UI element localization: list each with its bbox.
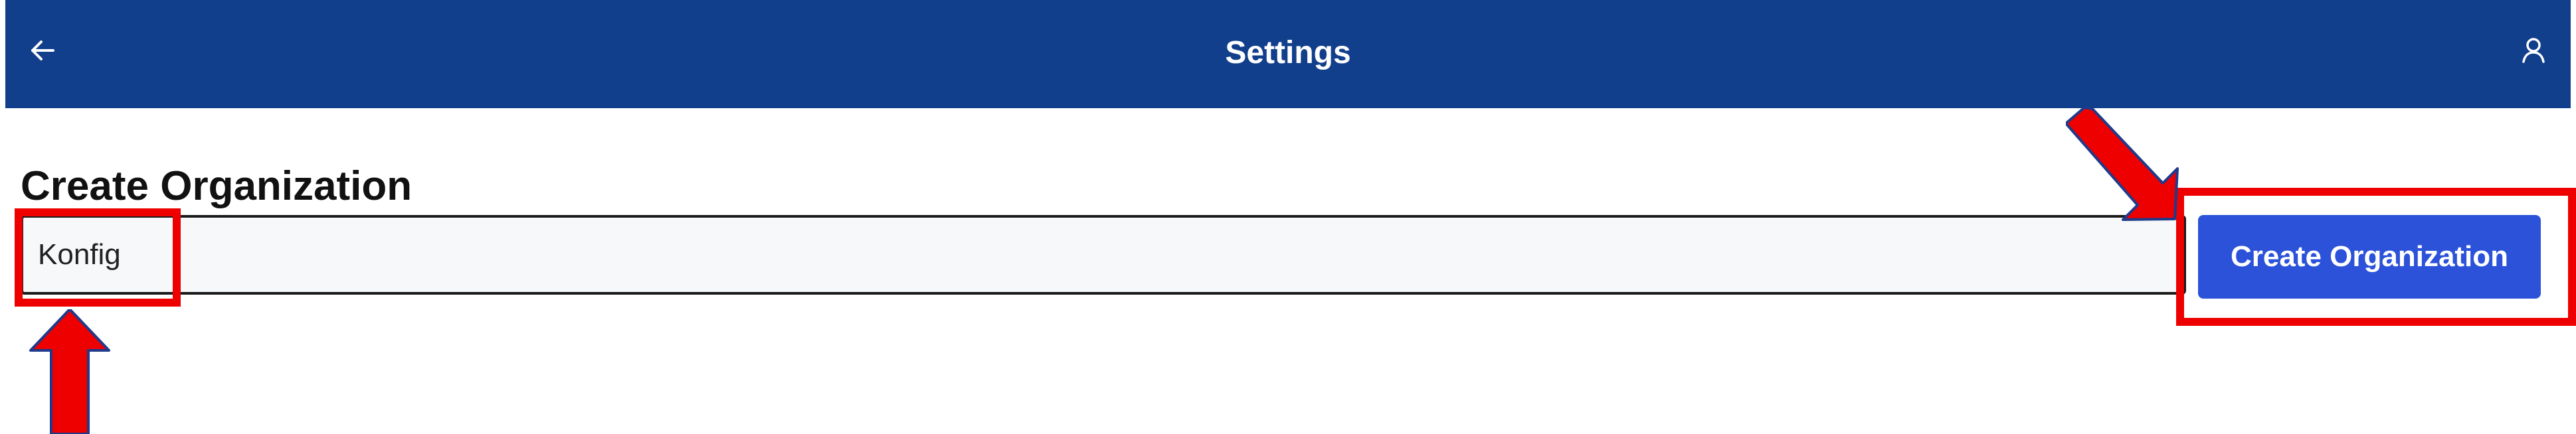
create-organization-button[interactable]: Create Organization bbox=[2198, 215, 2541, 299]
user-icon bbox=[2522, 38, 2545, 63]
top-app-bar: Settings bbox=[5, 0, 2571, 108]
organization-name-input[interactable] bbox=[21, 215, 2186, 295]
section-title: Create Organization bbox=[21, 163, 413, 209]
upward-arrow-icon bbox=[29, 309, 110, 434]
diagonal-arrow-icon bbox=[2066, 108, 2179, 221]
page-title: Settings bbox=[1225, 35, 1351, 70]
profile-button[interactable] bbox=[2516, 33, 2551, 68]
